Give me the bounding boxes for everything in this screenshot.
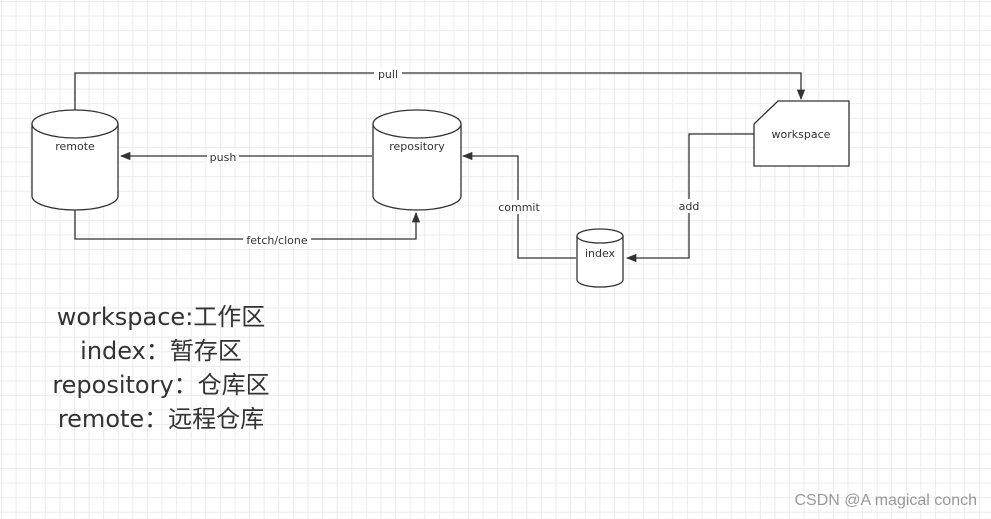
edge-pull[interactable]: pull xyxy=(74,67,806,110)
edge-label-push: push xyxy=(210,151,237,164)
edge-push[interactable]: push xyxy=(119,150,372,164)
edge-label-commit: commit xyxy=(498,201,540,214)
node-repository[interactable]: repository xyxy=(372,109,462,211)
edge-commit[interactable]: commit xyxy=(461,151,576,259)
edge-label-pull: pull xyxy=(378,68,398,81)
legend-item-workspace: workspace:工作区 xyxy=(56,303,266,331)
legend-item-index: index：暂存区 xyxy=(80,337,242,365)
node-label-workspace: workspace xyxy=(772,128,831,141)
node-index[interactable]: index xyxy=(576,228,624,288)
git-workflow-diagram: pull push fetch/clone commit add remote … xyxy=(31,67,850,288)
legend-item-repository: repository：仓库区 xyxy=(52,371,270,399)
node-remote[interactable]: remote xyxy=(31,109,119,211)
edge-fetch-clone[interactable]: fetch/clone xyxy=(74,210,421,247)
node-label-repository: repository xyxy=(389,140,445,153)
edge-label-add: add xyxy=(679,200,700,213)
edge-add[interactable]: add xyxy=(625,133,754,263)
edge-label-fetch-clone: fetch/clone xyxy=(246,234,307,247)
node-label-remote: remote xyxy=(55,140,95,153)
legend: workspace:工作区 index：暂存区 repository：仓库区 r… xyxy=(30,300,292,436)
node-workspace[interactable]: workspace xyxy=(753,100,850,167)
node-label-index: index xyxy=(585,247,616,260)
legend-item-remote: remote：远程仓库 xyxy=(57,405,265,433)
watermark: CSDN @A magical conch xyxy=(794,492,977,509)
